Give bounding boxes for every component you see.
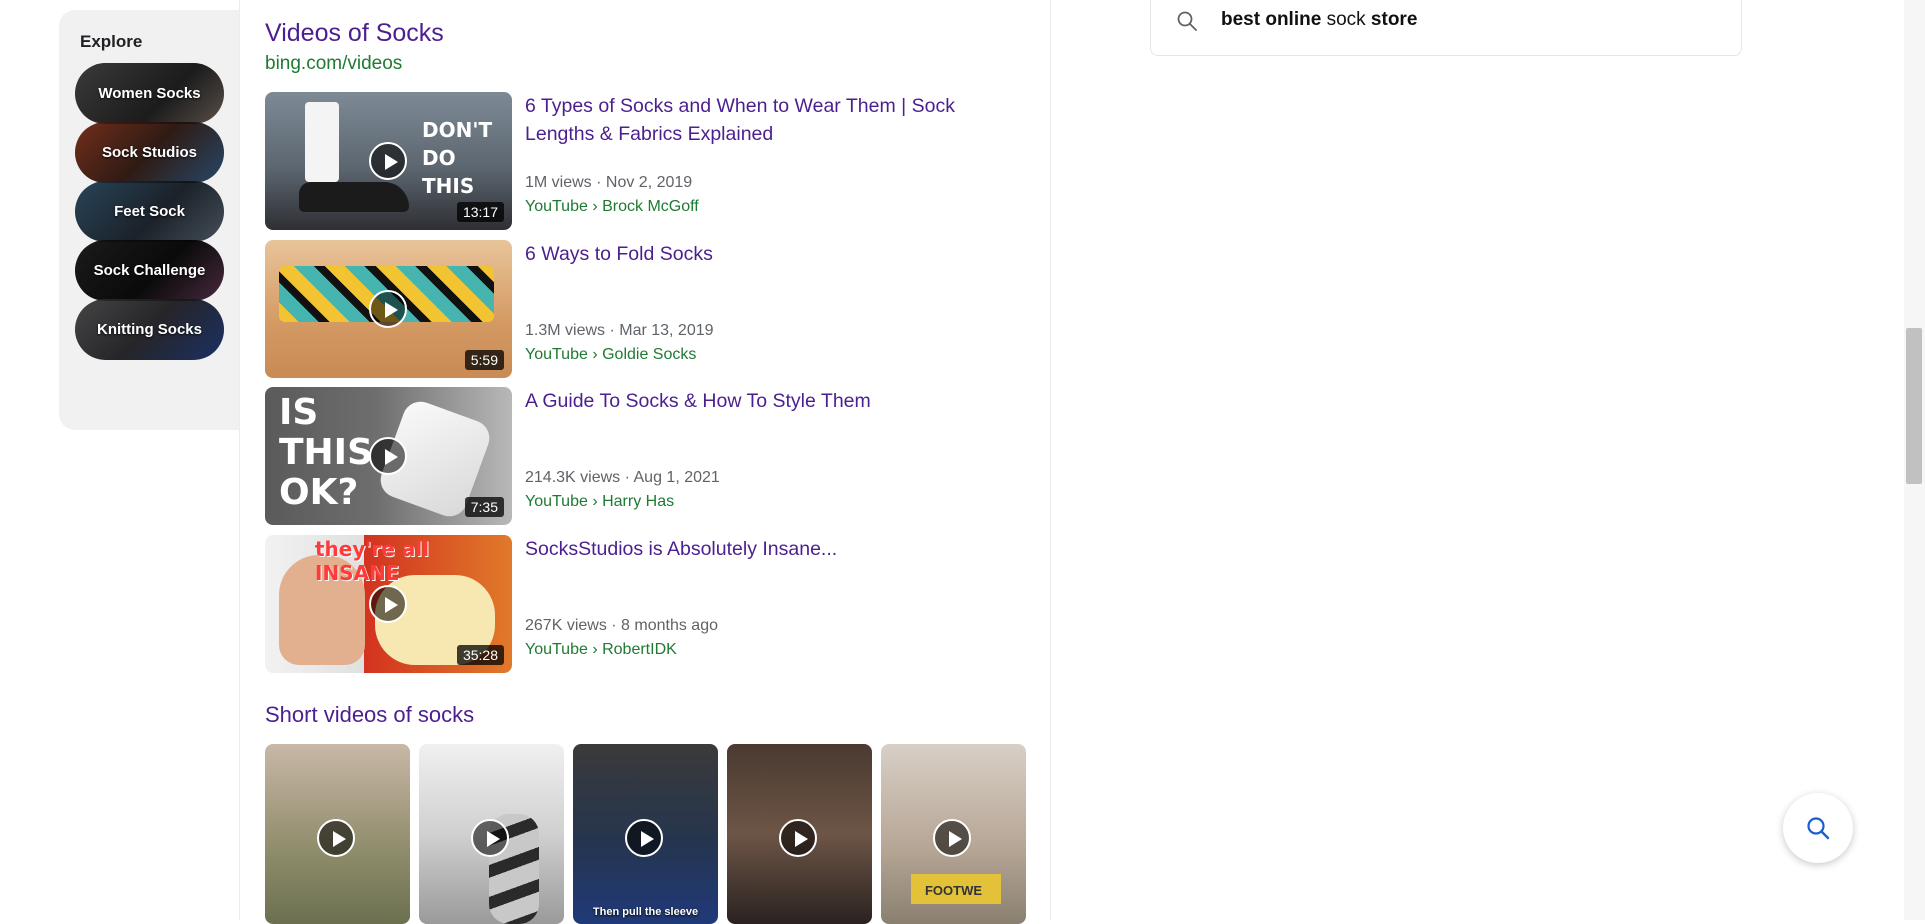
scrollbar-thumb[interactable] bbox=[1906, 328, 1922, 484]
video-source[interactable]: YouTube › Brock McGoff bbox=[525, 198, 699, 216]
play-icon bbox=[369, 290, 407, 328]
video-meta: 1M views · Nov 2, 2019 bbox=[525, 174, 693, 191]
explore-item-sock-studios[interactable]: Sock Studios bbox=[75, 122, 224, 183]
video-duration: 7:35 bbox=[464, 497, 504, 517]
search-query: best online sock store bbox=[1221, 9, 1417, 31]
play-icon bbox=[369, 142, 407, 180]
video-thumbnail[interactable]: 5:59 bbox=[265, 240, 512, 378]
video-thumbnail[interactable]: DON'T DO THIS 13:17 bbox=[265, 92, 512, 230]
video-duration: 5:59 bbox=[464, 350, 504, 370]
explore-item-knitting-socks[interactable]: Knitting Socks bbox=[75, 299, 224, 360]
short-video-caption: FOOTWE bbox=[924, 883, 983, 898]
videos-section-title[interactable]: Videos of Socks bbox=[265, 19, 444, 48]
short-video-card[interactable] bbox=[265, 744, 410, 924]
video-title[interactable]: A Guide To Socks & How To Style Them bbox=[525, 387, 1015, 415]
short-videos-title[interactable]: Short videos of socks bbox=[265, 702, 474, 728]
thumbnail-text: they're all INSANE bbox=[315, 537, 430, 585]
explore-item-label: Feet Sock bbox=[114, 203, 185, 220]
video-thumbnail[interactable]: they're all INSANE 35:28 bbox=[265, 535, 512, 673]
explore-item-label: Women Socks bbox=[98, 85, 201, 102]
video-result: DON'T DO THIS 13:17 6 Types of Socks and… bbox=[265, 92, 1025, 230]
play-icon bbox=[317, 819, 355, 857]
right-column-divider bbox=[1050, 0, 1051, 920]
explore-title: Explore bbox=[80, 32, 143, 51]
video-duration: 13:17 bbox=[456, 202, 504, 222]
video-title[interactable]: 6 Ways to Fold Socks bbox=[525, 240, 1015, 268]
video-result: IS THIS OK? 7:35 A Guide To Socks & How … bbox=[265, 387, 1025, 525]
play-icon bbox=[933, 819, 971, 857]
video-source[interactable]: YouTube › Goldie Socks bbox=[525, 346, 696, 364]
video-meta: 1.3M views · Mar 13, 2019 bbox=[525, 322, 714, 339]
play-icon bbox=[369, 585, 407, 623]
search-icon bbox=[1177, 11, 1197, 31]
query-plain: sock bbox=[1321, 9, 1371, 30]
short-video-card[interactable] bbox=[419, 744, 564, 924]
explore-item-label: Sock Challenge bbox=[93, 262, 206, 279]
main-column-divider bbox=[239, 0, 240, 920]
short-video-card[interactable]: FOOTWE bbox=[881, 744, 1026, 924]
query-bold: store bbox=[1370, 9, 1418, 30]
explore-item-sock-challenge[interactable]: Sock Challenge bbox=[75, 240, 224, 301]
short-video-card[interactable] bbox=[727, 744, 872, 924]
video-thumbnail[interactable]: IS THIS OK? 7:35 bbox=[265, 387, 512, 525]
video-title[interactable]: SocksStudios is Absolutely Insane... bbox=[525, 535, 1015, 563]
play-icon bbox=[369, 437, 407, 475]
video-title[interactable]: 6 Types of Socks and When to Wear Them |… bbox=[525, 92, 1015, 148]
thumbnail-text: IS THIS OK? bbox=[279, 392, 374, 513]
video-source[interactable]: YouTube › Harry Has bbox=[525, 493, 674, 511]
explore-item-label: Sock Studios bbox=[101, 144, 198, 161]
thumbnail-text: DON'T DO THIS bbox=[422, 118, 493, 198]
explore-item-feet-sock[interactable]: Feet Sock bbox=[75, 181, 224, 242]
short-video-card[interactable]: Then pull the sleeve bbox=[573, 744, 718, 924]
floating-search-button[interactable] bbox=[1783, 793, 1853, 863]
query-bold: best online bbox=[1221, 9, 1322, 30]
search-icon bbox=[1807, 817, 1830, 840]
explore-item-women-socks[interactable]: Women Socks bbox=[75, 63, 224, 124]
explore-panel: Explore Women Socks Sock Studios Feet So… bbox=[59, 10, 239, 430]
search-box[interactable]: best online sock store bbox=[1150, 0, 1742, 56]
video-meta: 267K views · 8 months ago bbox=[525, 617, 718, 634]
short-video-caption: Then pull the sleeve bbox=[592, 906, 699, 918]
video-meta: 214.3K views · Aug 1, 2021 bbox=[525, 469, 720, 486]
play-icon bbox=[625, 819, 663, 857]
play-icon bbox=[471, 819, 509, 857]
video-duration: 35:28 bbox=[456, 645, 504, 665]
video-result: they're all INSANE 35:28 SocksStudios is… bbox=[265, 535, 1025, 673]
explore-item-label: Knitting Socks bbox=[96, 321, 202, 338]
video-source[interactable]: YouTube › RobertIDK bbox=[525, 641, 677, 659]
video-result: 5:59 6 Ways to Fold Socks 1.3M views · M… bbox=[265, 240, 1025, 378]
videos-section-source: bing.com/videos bbox=[265, 53, 403, 74]
play-icon bbox=[779, 819, 817, 857]
